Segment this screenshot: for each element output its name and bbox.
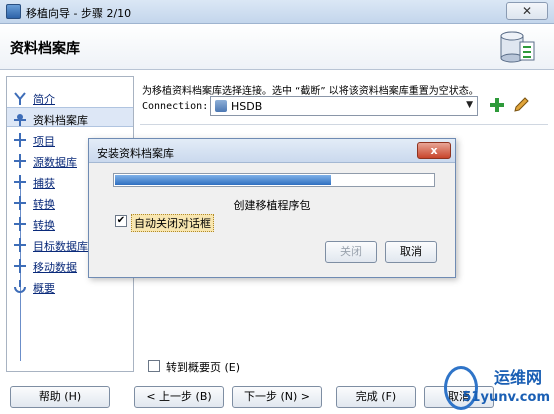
- connection-db-icon: [215, 100, 227, 112]
- window-close-button[interactable]: ✕: [506, 2, 548, 20]
- install-repository-dialog: 安装资料档案库 x 创建移植程序包 ✔ 自动关闭对话框 关闭 取消: [88, 138, 456, 278]
- connection-select[interactable]: HSDB ▼: [210, 96, 478, 116]
- nav-step-label: 捕获: [33, 177, 55, 190]
- watermark: 运维网 51yunv.com: [444, 364, 554, 414]
- nav-step-label: 目标数据库: [33, 240, 88, 253]
- nav-step-label: 转换: [33, 198, 55, 211]
- progress-fill: [115, 175, 331, 185]
- nav-step-label: 移动数据: [33, 261, 77, 274]
- connection-value: HSDB: [231, 100, 263, 113]
- step-pending-icon: [14, 175, 26, 189]
- step-pending-icon: [14, 196, 26, 210]
- step-pending-icon: [14, 259, 26, 273]
- step-done-icon: [14, 92, 26, 105]
- nav-step-summary[interactable]: 概要: [7, 276, 133, 296]
- dialog-close-icon[interactable]: x: [417, 142, 451, 159]
- back-button[interactable]: < 上一步 (B): [134, 386, 224, 408]
- chevron-down-icon[interactable]: ▼: [466, 100, 473, 110]
- install-progress-bar: [113, 173, 435, 187]
- progress-status-text: 创建移植程序包: [233, 199, 311, 212]
- step-pending-icon: [14, 133, 26, 147]
- nav-step-label: 转换: [33, 219, 55, 232]
- step-pending-icon: [14, 154, 26, 168]
- step-current-icon: [14, 114, 26, 126]
- add-connection-icon[interactable]: [488, 96, 506, 114]
- window-title: 移植向导 - 步骤 2/10: [26, 7, 132, 20]
- goto-summary-checkbox[interactable]: [148, 360, 160, 372]
- nav-step-label: 源数据库: [33, 156, 77, 169]
- nav-step-label: 概要: [33, 282, 55, 295]
- connection-label: Connection:: [142, 101, 209, 112]
- step-end-icon: [14, 280, 26, 293]
- nav-step-repository[interactable]: 资料档案库: [7, 107, 133, 127]
- dialog-cancel-button[interactable]: 取消: [385, 241, 437, 263]
- nav-step-label: 项目: [33, 135, 55, 148]
- page-title: 资料档案库: [10, 41, 80, 57]
- dialog-title: 安装资料档案库: [97, 147, 174, 160]
- edit-connection-icon[interactable]: [512, 96, 530, 114]
- watermark-line1: 运维网: [493, 368, 542, 387]
- next-button[interactable]: 下一步 (N) >: [232, 386, 322, 408]
- auto-close-label: 自动关闭对话框: [131, 214, 214, 232]
- divider: [140, 124, 548, 125]
- finish-button[interactable]: 完成 (F): [336, 386, 416, 408]
- dialog-titlebar: 安装资料档案库 x: [89, 139, 455, 163]
- page-header: 资料档案库: [0, 24, 554, 70]
- dialog-close-button[interactable]: 关闭: [325, 241, 377, 263]
- auto-close-checkbox[interactable]: ✔: [115, 215, 127, 227]
- watermark-line2: 51yunv.com: [462, 390, 550, 405]
- database-icon: [500, 31, 535, 63]
- nav-step-label: 简介: [33, 93, 55, 106]
- nav-step-intro[interactable]: 简介: [7, 87, 133, 107]
- step-pending-icon: [14, 217, 26, 231]
- step-pending-icon: [14, 238, 26, 252]
- app-icon: [6, 4, 21, 19]
- window-titlebar: 移植向导 - 步骤 2/10 ✕: [0, 0, 554, 24]
- instruction-text: 为移植资料档案库选择连接。选中 “截断” 以将该资料档案库重置为空状态。: [142, 86, 479, 97]
- goto-summary-label: 转到概要页 (E): [166, 361, 241, 374]
- help-button[interactable]: 帮助 (H): [10, 386, 110, 408]
- nav-step-label: 资料档案库: [33, 114, 88, 127]
